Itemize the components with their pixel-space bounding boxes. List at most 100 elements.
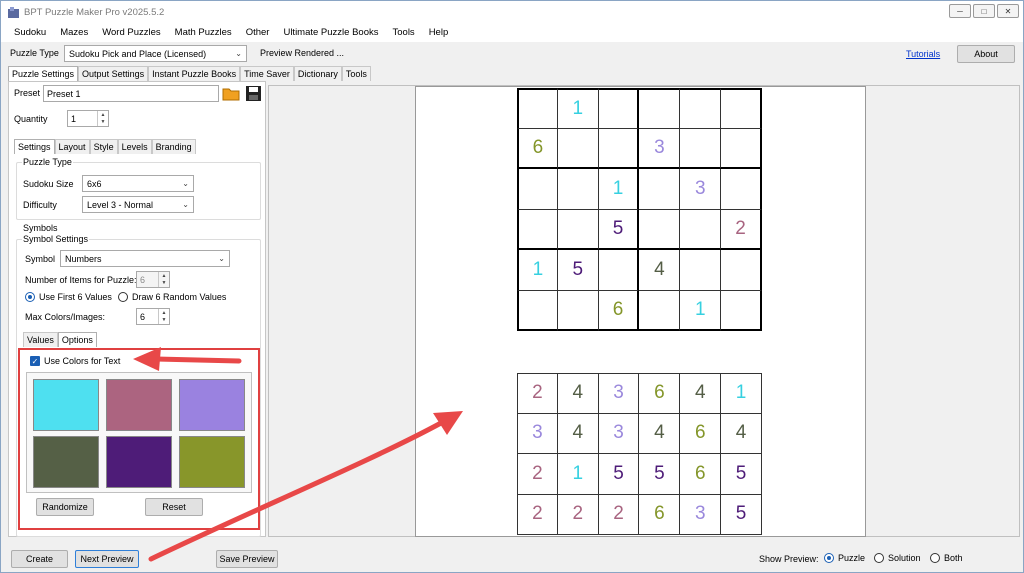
piece-cell: 2 bbox=[557, 494, 599, 535]
menu-bar: Sudoku Mazes Word Puzzles Math Puzzles O… bbox=[1, 23, 1023, 42]
puzzle-cell: 3 bbox=[639, 128, 681, 169]
folder-open-icon[interactable] bbox=[222, 85, 240, 104]
puzzle-type-group-title: Puzzle Type bbox=[22, 157, 73, 167]
show-puzzle-radio[interactable]: Puzzle bbox=[824, 553, 865, 563]
randomize-button[interactable]: Randomize bbox=[36, 498, 94, 516]
piece-cell: 1 bbox=[557, 454, 599, 495]
puzzle-cell bbox=[557, 128, 599, 169]
tab-branding[interactable]: Branding bbox=[151, 139, 196, 154]
tab-style[interactable]: Style bbox=[89, 139, 118, 154]
create-button[interactable]: Create bbox=[11, 550, 68, 568]
puzzle-cell: 1 bbox=[517, 250, 558, 291]
max-colors-stepper[interactable]: 6 ▲ ▼ bbox=[136, 308, 170, 325]
tab-puzzle-settings[interactable]: Puzzle Settings bbox=[8, 66, 79, 81]
about-button[interactable]: About bbox=[957, 45, 1015, 63]
show-puzzle-label: Puzzle bbox=[838, 553, 866, 563]
show-both-radio[interactable]: Both bbox=[930, 553, 963, 563]
save-preview-button[interactable]: Save Preview bbox=[216, 550, 278, 568]
close-icon: ✕ bbox=[1004, 6, 1012, 16]
spin-up-icon[interactable]: ▲ bbox=[159, 309, 169, 317]
puzzle-cell bbox=[557, 290, 599, 331]
tab-output-settings[interactable]: Output Settings bbox=[78, 66, 149, 81]
tab-values[interactable]: Values bbox=[23, 332, 58, 347]
puzzle-cell bbox=[639, 290, 681, 331]
quantity-stepper[interactable]: 1 ▲ ▼ bbox=[67, 110, 109, 127]
items-label: Number of Items for Puzzle: bbox=[25, 275, 137, 285]
tab-time-saver[interactable]: Time Saver bbox=[240, 66, 294, 81]
color-swatch[interactable] bbox=[106, 379, 172, 431]
color-swatch[interactable] bbox=[106, 436, 172, 488]
puzzle-cell bbox=[557, 209, 599, 250]
difficulty-label: Difficulty bbox=[23, 200, 57, 210]
difficulty-select[interactable]: Level 3 - Normal ⌄ bbox=[82, 196, 194, 213]
color-swatch[interactable] bbox=[33, 436, 99, 488]
symbol-value: Numbers bbox=[65, 253, 102, 264]
puzzle-cell: 1 bbox=[680, 290, 722, 331]
use-colors-checkbox[interactable]: ✓ Use Colors for Text bbox=[30, 356, 120, 366]
tab-instant-puzzle-books[interactable]: Instant Puzzle Books bbox=[148, 66, 241, 81]
radio-selected-icon bbox=[25, 292, 35, 302]
piece-cell: 2 bbox=[517, 454, 558, 495]
preset-input[interactable]: Preset 1 bbox=[43, 85, 219, 102]
tab-tools[interactable]: Tools bbox=[341, 66, 371, 81]
tutorials-link[interactable]: Tutorials bbox=[906, 49, 940, 59]
quantity-value: 1 bbox=[71, 113, 77, 124]
tab-settings[interactable]: Settings bbox=[14, 139, 55, 154]
preview-status: Preview Rendered ... bbox=[260, 48, 345, 58]
puzzle-cell bbox=[721, 128, 762, 169]
menu-sudoku[interactable]: Sudoku bbox=[7, 27, 53, 38]
puzzle-cell: 4 bbox=[639, 250, 681, 291]
close-button[interactable]: ✕ bbox=[997, 4, 1019, 18]
spin-down-icon[interactable]: ▼ bbox=[98, 119, 108, 127]
preset-value: Preset 1 bbox=[47, 88, 81, 99]
difficulty-value: Level 3 - Normal bbox=[87, 199, 154, 210]
menu-tools[interactable]: Tools bbox=[386, 27, 422, 38]
save-icon[interactable] bbox=[245, 85, 262, 104]
menu-word-puzzles[interactable]: Word Puzzles bbox=[95, 27, 167, 38]
puzzle-cell bbox=[557, 169, 599, 210]
sudoku-size-select[interactable]: 6x6 ⌄ bbox=[82, 175, 194, 192]
piece-cell: 5 bbox=[598, 454, 640, 495]
color-swatch[interactable] bbox=[179, 436, 245, 488]
preset-label: Preset bbox=[14, 88, 41, 98]
show-solution-radio[interactable]: Solution bbox=[874, 553, 921, 563]
puzzle-type-select[interactable]: Sudoku Pick and Place (Licensed) ⌄ bbox=[64, 45, 247, 62]
menu-ultimate-puzzle-books[interactable]: Ultimate Puzzle Books bbox=[276, 27, 385, 38]
puzzle-cell bbox=[680, 128, 722, 169]
menu-math-puzzles[interactable]: Math Puzzles bbox=[168, 27, 239, 38]
tab-levels[interactable]: Levels bbox=[117, 139, 152, 154]
draw-random-values-radio[interactable]: Draw 6 Random Values bbox=[118, 292, 226, 302]
puzzle-cell: 6 bbox=[598, 290, 640, 331]
use-first-values-radio[interactable]: Use First 6 Values bbox=[25, 292, 112, 302]
maximize-button[interactable]: □ bbox=[973, 4, 995, 18]
minimize-icon: ─ bbox=[957, 6, 963, 16]
tab-layout[interactable]: Layout bbox=[54, 139, 90, 154]
piece-cell: 6 bbox=[639, 373, 681, 414]
puzzle-cell bbox=[517, 88, 558, 129]
menu-mazes[interactable]: Mazes bbox=[53, 27, 95, 38]
spin-up-icon[interactable]: ▲ bbox=[98, 111, 108, 119]
piece-cell: 6 bbox=[639, 494, 681, 535]
menu-other[interactable]: Other bbox=[239, 27, 277, 38]
tab-options[interactable]: Options bbox=[57, 332, 97, 347]
sudoku-size-value: 6x6 bbox=[87, 178, 102, 189]
minimize-button[interactable]: ─ bbox=[949, 4, 971, 18]
piece-cell: 4 bbox=[557, 413, 599, 454]
menu-help[interactable]: Help bbox=[422, 27, 456, 38]
spin-down-icon[interactable]: ▼ bbox=[159, 280, 169, 288]
puzzle-cell bbox=[680, 88, 722, 129]
puzzle-cell: 6 bbox=[517, 128, 558, 169]
spin-up-icon[interactable]: ▲ bbox=[159, 272, 169, 280]
spin-down-icon[interactable]: ▼ bbox=[159, 317, 169, 325]
color-swatch[interactable] bbox=[33, 379, 99, 431]
puzzle-cell bbox=[517, 290, 558, 331]
tab-dictionary[interactable]: Dictionary bbox=[293, 66, 342, 81]
symbol-select[interactable]: Numbers ⌄ bbox=[60, 250, 230, 267]
title-bar: BPT Puzzle Maker Pro v2025.5.2 ─ □ ✕ bbox=[1, 1, 1023, 23]
items-stepper[interactable]: 6 ▲ ▼ bbox=[136, 271, 170, 288]
puzzle-grid: 163135215461 bbox=[517, 88, 762, 331]
reset-button[interactable]: Reset bbox=[145, 498, 203, 516]
show-preview-label: Show Preview: bbox=[759, 554, 819, 564]
color-swatch[interactable] bbox=[179, 379, 245, 431]
next-preview-button[interactable]: Next Preview bbox=[75, 550, 139, 568]
